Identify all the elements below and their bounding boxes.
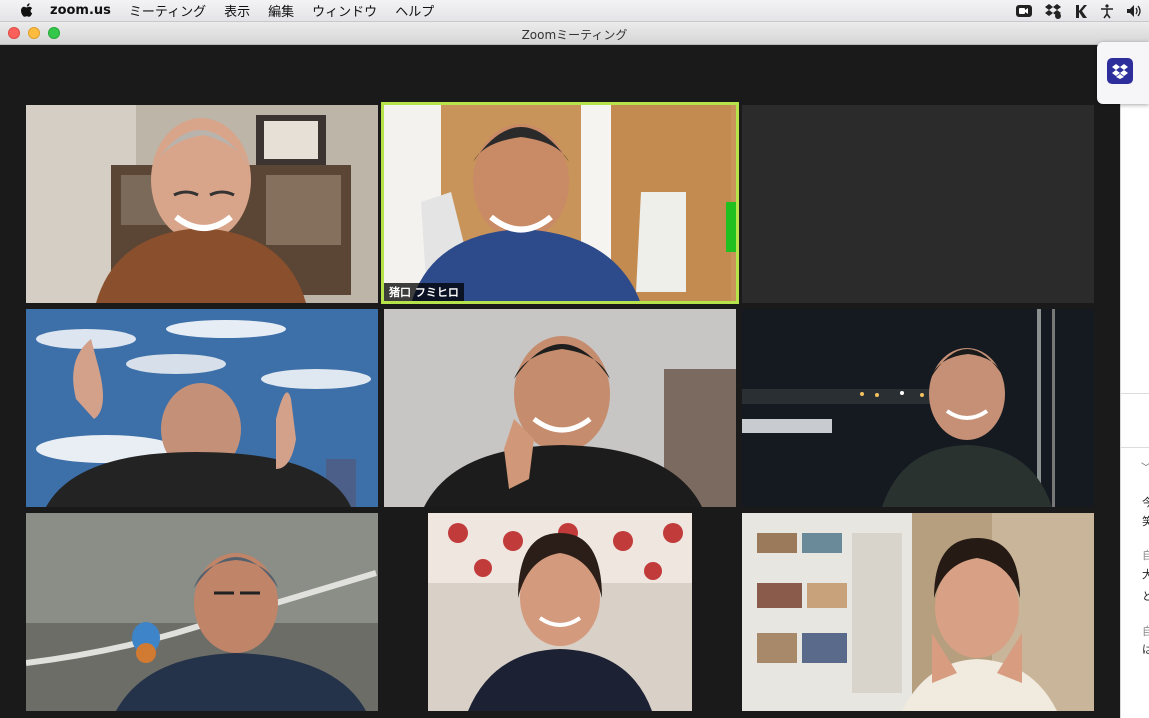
accessibility-icon[interactable] — [1100, 3, 1114, 19]
zoom-video-icon[interactable] — [1016, 4, 1032, 18]
chevron-down-icon[interactable]: ﹀ — [1141, 459, 1149, 474]
status-icons — [1016, 0, 1143, 22]
video-tile-p1[interactable] — [26, 105, 378, 303]
side-panel-text: 自 — [1142, 625, 1149, 638]
video-tile-p3[interactable] — [26, 309, 378, 507]
participant-video — [428, 513, 692, 711]
video-tile-p6[interactable] — [26, 513, 378, 711]
side-panel-text: 自 — [1142, 549, 1149, 562]
divider — [1121, 447, 1149, 448]
side-panel-text: と — [1142, 590, 1149, 603]
video-gallery: 猪口 フミヒロ — [0, 45, 1120, 718]
video-tile-empty — [742, 105, 1094, 303]
dropbox-popup[interactable] — [1097, 42, 1149, 104]
dropbox-sync-icon[interactable] — [1044, 3, 1062, 19]
divider — [1121, 393, 1149, 394]
video-tile-p4[interactable] — [384, 309, 736, 507]
participant-video — [26, 105, 378, 303]
menu-window[interactable]: ウィンドウ — [312, 1, 377, 20]
window-title-bar: Zoomミーティング — [0, 22, 1149, 45]
dropbox-icon[interactable] — [1107, 58, 1133, 84]
side-panel: ﹀ 今 笑 自 大 と 自 は — [1120, 45, 1149, 718]
participant-video — [742, 513, 1094, 711]
macos-menu-bar: zoom.us ミーティング 表示 編集 ウィンドウ ヘルプ — [0, 0, 1149, 22]
participant-video — [381, 102, 739, 304]
k-app-icon[interactable] — [1074, 4, 1088, 19]
side-panel-text: 今 — [1142, 496, 1149, 509]
menu-view[interactable]: 表示 — [224, 1, 250, 20]
volume-icon[interactable] — [1126, 4, 1143, 18]
participant-video — [742, 309, 1094, 507]
video-tile-p7[interactable] — [428, 513, 692, 711]
apple-menu-icon[interactable] — [20, 3, 34, 18]
video-tile-p5[interactable] — [742, 309, 1094, 507]
participant-video — [26, 309, 378, 507]
window-title: Zoomミーティング — [521, 28, 628, 42]
side-panel-text: 笑 — [1142, 515, 1149, 528]
participant-video — [26, 513, 378, 711]
menu-meeting[interactable]: ミーティング — [129, 1, 206, 20]
menu-help[interactable]: ヘルプ — [395, 1, 434, 20]
video-tile-p8[interactable] — [742, 513, 1094, 711]
video-tile-p2[interactable]: 猪口 フミヒロ — [381, 102, 739, 304]
side-panel-text: 大 — [1142, 568, 1149, 581]
side-panel-text: は — [1142, 643, 1149, 656]
participant-name: 猪口 フミヒロ — [384, 283, 464, 301]
participant-video — [384, 309, 736, 507]
menu-app-name[interactable]: zoom.us — [50, 3, 111, 18]
menu-edit[interactable]: 編集 — [268, 1, 294, 20]
